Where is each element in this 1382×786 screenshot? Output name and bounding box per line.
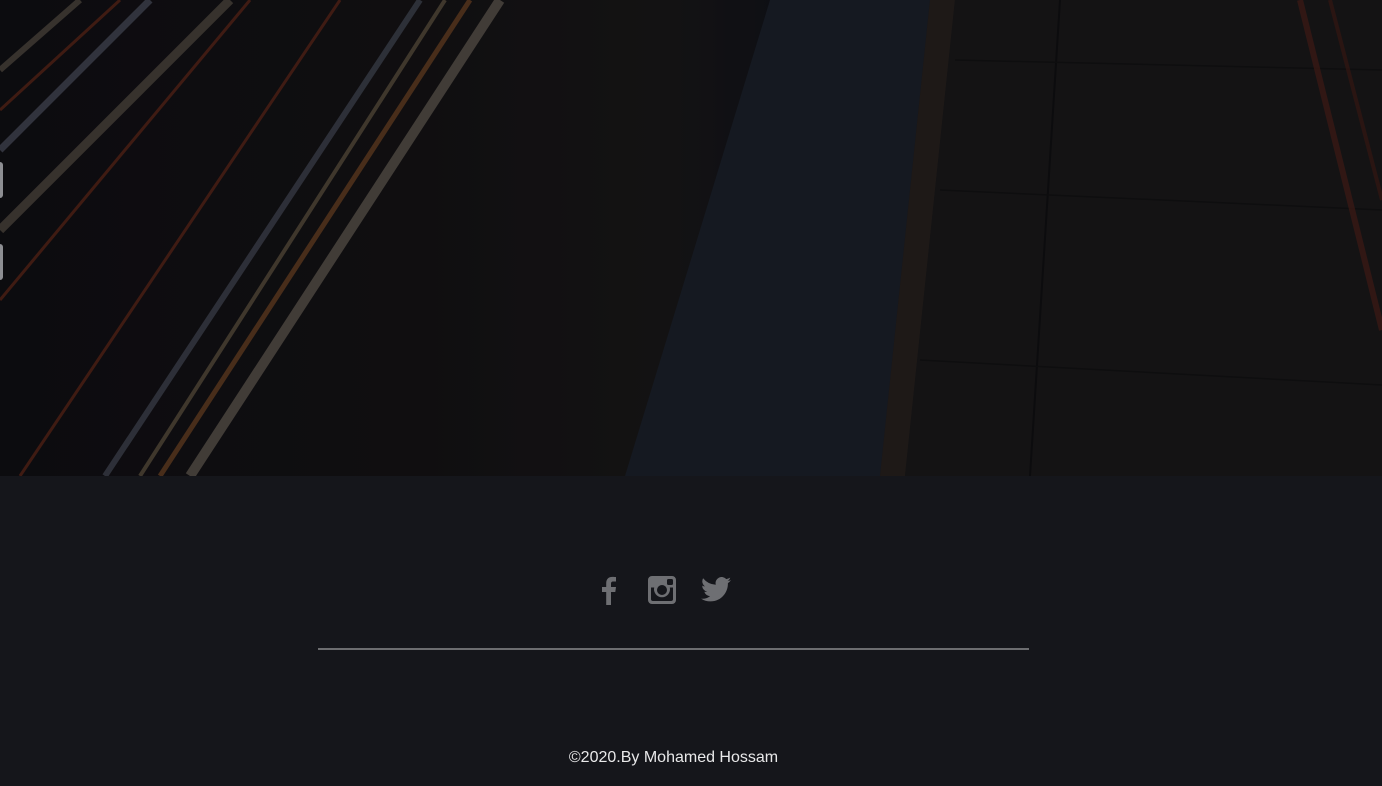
facebook-link[interactable]	[592, 574, 624, 606]
facebook-icon	[602, 576, 616, 605]
side-tab-handle[interactable]	[0, 244, 3, 280]
twitter-icon	[701, 577, 731, 602]
footer-divider	[318, 648, 1029, 650]
social-links	[0, 574, 1382, 606]
twitter-link[interactable]	[700, 574, 732, 606]
instagram-icon	[648, 576, 676, 604]
instagram-link[interactable]	[646, 574, 678, 606]
side-tab-handle[interactable]	[0, 162, 3, 198]
copyright-text: ©2020.By Mohamed Hossam	[568, 749, 779, 766]
footer: ©2020.By Mohamed Hossam	[0, 476, 1382, 786]
hero-background-image	[0, 0, 1382, 476]
page: ©2020.By Mohamed Hossam	[0, 0, 1382, 786]
hero-dark-overlay	[0, 0, 1382, 476]
